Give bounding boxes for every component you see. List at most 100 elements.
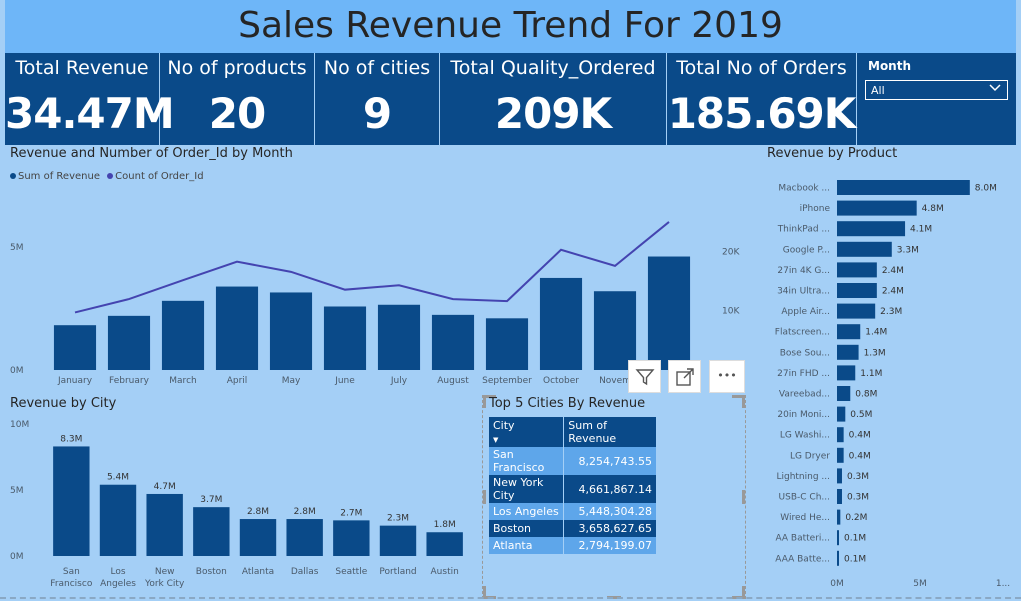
x-tick-label: Atlanta [242, 567, 274, 577]
bar-revenue [161, 300, 205, 370]
resize-handle[interactable] [483, 490, 486, 504]
bar-revenue [53, 325, 97, 370]
kpi-label: Total Revenue [15, 57, 149, 79]
bar-city [333, 520, 370, 556]
bar-product [837, 303, 876, 319]
bar-revenue [323, 306, 367, 370]
y-tick-label: iPhone [800, 204, 831, 214]
bar-product [837, 406, 846, 422]
data-label: 2.3M [387, 514, 409, 524]
x-tick-label: Los [110, 567, 125, 577]
month-dropdown[interactable]: All [865, 80, 1008, 100]
x-tick-label: May [282, 376, 301, 386]
bar-product [837, 241, 892, 257]
y-tick-label: Apple Air... [781, 307, 830, 317]
column-header-city[interactable]: City ▼ [489, 417, 565, 447]
kpi-label: No of cities [323, 57, 431, 79]
table-row[interactable]: Atlanta 2,794,199.07 [489, 537, 657, 554]
product-revenue-chart: Macbook ... 8.0M iPhone 4.8M ThinkPad ... 4.1… [775, 180, 1010, 589]
table-row[interactable]: San Francisco 8,254,743.55 [489, 447, 657, 475]
kpi-value: 9 [362, 89, 392, 138]
bar-city [99, 484, 137, 556]
bar-revenue [269, 292, 313, 370]
bar-city [193, 507, 230, 556]
x-tick-label: 5M [913, 579, 927, 589]
kpi-card-cities[interactable]: No of cities 9 [315, 53, 440, 145]
bar-city [239, 519, 277, 556]
kpi-card-orders[interactable]: Total No of Orders 185.69K [667, 53, 857, 145]
page-title: Sales Revenue Trend For 2019 [238, 5, 783, 46]
frame-border [745, 395, 746, 599]
y-tick-label: Vareebad... [779, 390, 830, 400]
y-tick-label: Wired He... [780, 513, 830, 523]
data-label: 0.3M [847, 472, 869, 482]
bar-product [837, 427, 844, 443]
data-label: 0.4M [849, 451, 871, 461]
y-tick-label: 27in 4K G... [777, 266, 830, 276]
frame-border [482, 395, 483, 599]
y-tick-label: USB-C Ch... [779, 493, 830, 503]
data-label: 0.8M [855, 390, 877, 400]
table-row[interactable]: Boston 3,658,627.65 [489, 520, 657, 537]
bar-revenue [107, 315, 151, 370]
y-tick-label: 0M [10, 366, 24, 376]
focus-mode-button[interactable] [668, 360, 701, 393]
bar-product [837, 344, 859, 360]
x-tick-label: January [57, 376, 93, 386]
city-chart-title: Revenue by City [10, 396, 117, 411]
x-tick-label: Austin [431, 567, 459, 577]
kpi-card-products[interactable]: No of products 20 [160, 53, 315, 145]
x-tick-label: Portland [379, 567, 416, 577]
kpi-card-total-revenue[interactable]: Total Revenue 34.47M [5, 53, 175, 145]
bar-product [837, 447, 844, 463]
table-row[interactable]: Los Angeles 5,448,304.28 [489, 503, 657, 520]
monthly-chart-title: Revenue and Number of Order_Id by Month [10, 146, 293, 161]
cell-revenue: 3,658,627.65 [563, 520, 657, 537]
kpi-label: Total No of Orders [676, 57, 847, 79]
data-label: 2.3M [880, 307, 902, 317]
x-tick-label: 0M [830, 579, 844, 589]
y-tick-label: LG Dryer [790, 451, 830, 461]
y-tick-label: Macbook ... [778, 184, 830, 194]
bar-revenue [377, 304, 421, 370]
y-tick-label: LG Washi... [780, 431, 830, 441]
x-tick-label: September [482, 376, 532, 386]
y-tick-label: 10M [10, 420, 29, 430]
y-tick-label: Google P... [783, 245, 830, 255]
data-label: 0.5M [850, 410, 872, 420]
x-tick-label: October [543, 376, 579, 386]
y-tick-label: 5M [10, 486, 24, 496]
kpi-card-quantity-ordered[interactable]: Total Quality_Ordered 209K [440, 53, 667, 145]
x-tick-label: Novem [599, 376, 631, 386]
filter-button[interactable] [628, 360, 661, 393]
page-boundary-line [0, 597, 1021, 599]
y-tick-label: 0M [10, 552, 24, 562]
resize-corner[interactable] [732, 395, 745, 408]
x-tick-label: Dallas [291, 567, 319, 577]
column-header-revenue[interactable]: Sum of Revenue [563, 417, 657, 447]
bar-city [53, 446, 90, 556]
bar-product [837, 283, 877, 298]
bar-revenue [539, 277, 583, 370]
data-label: 2.8M [294, 507, 316, 517]
data-label: 8.0M [975, 184, 997, 194]
more-options-button[interactable]: ••• [709, 360, 745, 393]
bar-city [379, 525, 417, 556]
bar-product [837, 468, 842, 484]
x-tick-label: 1... [996, 579, 1010, 589]
sort-desc-icon: ▼ [493, 436, 499, 444]
x-tick-label: York City [144, 579, 185, 589]
table-row[interactable]: New York City 4,661,867.14 [489, 475, 657, 503]
bar-city [146, 493, 183, 556]
bar-product [837, 221, 906, 237]
chevron-down-icon [989, 82, 1001, 96]
month-slicer-label: Month [868, 59, 912, 73]
bar-product [837, 365, 856, 381]
bar-revenue [647, 256, 691, 370]
legend-revenue-marker [10, 173, 16, 179]
data-label: 1.8M [434, 520, 456, 530]
x-tick-label: July [390, 376, 408, 386]
data-label: 2.7M [340, 508, 362, 518]
x-tick-label: February [109, 376, 150, 386]
y-tick-label: ThinkPad ... [777, 225, 830, 235]
